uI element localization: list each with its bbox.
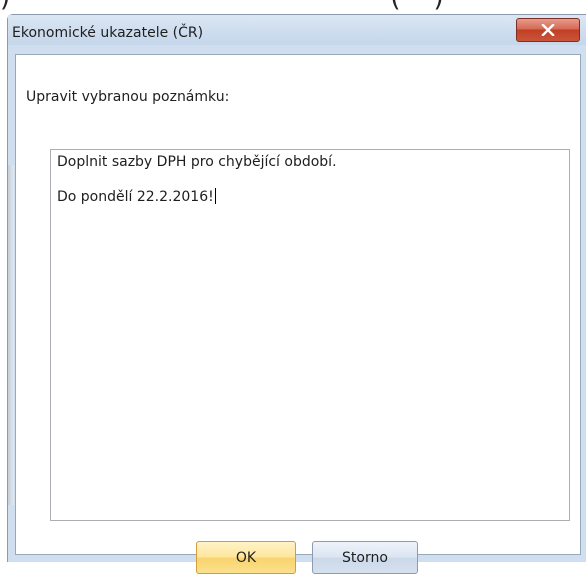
titlebar[interactable]: Ekonomické ukazatele (ČR) xyxy=(8,15,586,45)
dialog-content: Upravit vybranou poznámku: Doplnit sazby… xyxy=(15,54,581,574)
note-line-text: Do pondělí 22.2.2016! xyxy=(57,189,214,205)
note-field-label: Upravit vybranou poznámku: xyxy=(26,89,230,105)
background-window-text: ) ( ) xyxy=(0,0,444,13)
background-window-strip: ) ( ) xyxy=(0,0,586,14)
dialog-window: Ekonomické ukazatele (ČR) Upravit vybran… xyxy=(7,14,586,574)
text-caret xyxy=(214,188,216,204)
close-button[interactable] xyxy=(516,18,580,42)
note-line: Do pondělí 22.2.2016! xyxy=(57,188,563,206)
note-textarea[interactable]: Doplnit sazby DPH pro chybějící období. … xyxy=(50,149,570,521)
close-icon xyxy=(541,24,555,36)
note-empty-line xyxy=(57,171,563,188)
window-title: Ekonomické ukazatele (ČR) xyxy=(12,25,204,41)
note-line: Doplnit sazby DPH pro chybějící období. xyxy=(57,154,337,170)
ok-button[interactable]: OK xyxy=(196,541,296,574)
cancel-button[interactable]: Storno xyxy=(312,541,418,574)
window-frame-accent xyxy=(8,165,14,505)
